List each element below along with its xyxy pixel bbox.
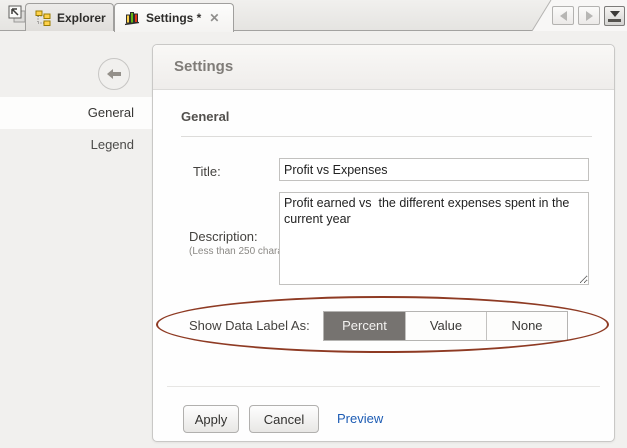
description-hint: (Less than 250 chara xyxy=(189,246,279,257)
tab-explorer[interactable]: Explorer xyxy=(25,3,114,31)
data-label-label: Show Data Label As: xyxy=(189,318,310,333)
sidebar-item-label: Legend xyxy=(91,137,134,152)
view-menu-button[interactable] xyxy=(604,6,625,26)
sidebar-item-general[interactable]: General xyxy=(0,97,152,129)
title-input[interactable] xyxy=(279,158,589,181)
close-tab-icon[interactable]: ✕ xyxy=(209,11,219,25)
panel-title: Settings xyxy=(174,58,233,75)
segment-percent[interactable]: Percent xyxy=(324,312,405,340)
screen: Explorer Settings * ✕ xyxy=(0,0,627,448)
left-arrow-icon xyxy=(560,11,567,21)
section-divider xyxy=(181,136,592,137)
segment-value[interactable]: Value xyxy=(405,312,486,340)
down-arrow-icon xyxy=(610,11,620,17)
sidebar-item-label: General xyxy=(88,105,134,120)
panel-header: Settings xyxy=(153,45,614,90)
back-arrow-icon xyxy=(106,68,122,80)
bar-chart-icon xyxy=(124,10,140,26)
section-title: General xyxy=(181,109,229,124)
sidebar-item-legend[interactable]: Legend xyxy=(0,129,152,161)
back-button[interactable] xyxy=(98,58,130,90)
nav-forward-button[interactable] xyxy=(578,6,600,25)
explorer-tree-icon xyxy=(35,10,51,26)
settings-panel: Settings General Title: Description: (Le… xyxy=(152,44,615,442)
description-label: Description: xyxy=(189,229,258,244)
tab-label: Explorer xyxy=(57,11,106,25)
tab-settings[interactable]: Settings * ✕ xyxy=(114,3,234,32)
menu-underline xyxy=(608,19,621,22)
description-textarea[interactable] xyxy=(279,192,589,285)
data-label-segmented-control: Percent Value None xyxy=(323,311,568,341)
preview-link[interactable]: Preview xyxy=(337,411,383,426)
nav-back-button[interactable] xyxy=(552,6,574,25)
footer-divider xyxy=(167,386,600,387)
tab-label: Settings * xyxy=(146,11,201,25)
tab-bar: Explorer Settings * ✕ xyxy=(0,0,627,31)
title-label: Title: xyxy=(193,164,221,179)
right-arrow-icon xyxy=(586,11,593,21)
segment-none[interactable]: None xyxy=(486,312,567,340)
cancel-button[interactable]: Cancel xyxy=(249,405,319,433)
apply-button[interactable]: Apply xyxy=(183,405,239,433)
